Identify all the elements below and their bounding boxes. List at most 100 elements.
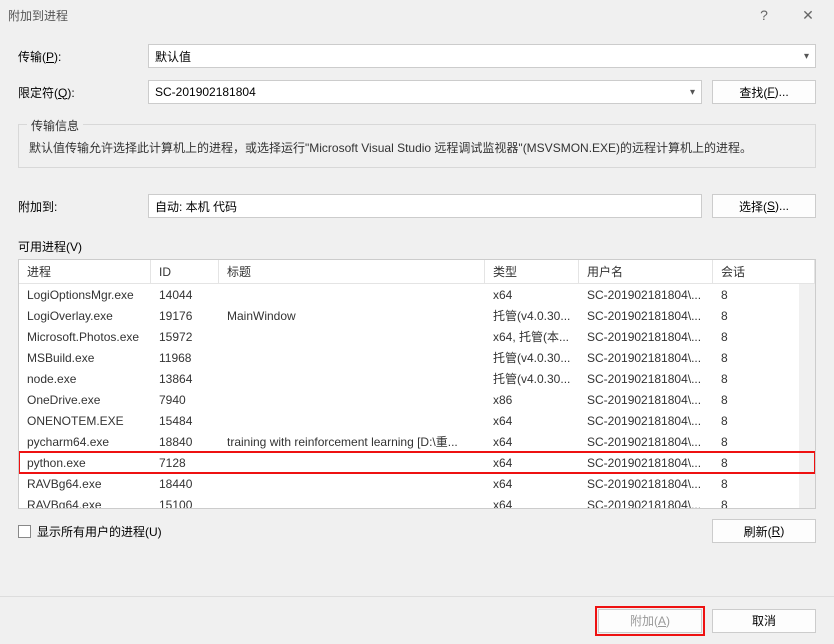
- qualifier-combo[interactable]: SC-201902181804 ▾: [148, 80, 702, 104]
- transport-value: 默认值: [155, 48, 191, 65]
- table-row[interactable]: Microsoft.Photos.exe15972 x64, 托管(本...SC-…: [19, 326, 815, 347]
- cell: SC-201902181804\...: [579, 477, 713, 491]
- transport-info-group: 传输信息 默认值传输允许选择此计算机上的进程，或选择运行"Microsoft V…: [18, 124, 816, 168]
- cell: 15972: [151, 330, 219, 344]
- col-id[interactable]: ID: [151, 260, 219, 283]
- col-user[interactable]: 用户名: [579, 260, 713, 283]
- cell: RAVBg64.exe: [19, 477, 151, 491]
- qualifier-row: 限定符(Q): SC-201902181804 ▾ 查找(F)...: [18, 80, 816, 104]
- cell: x64: [485, 498, 579, 509]
- cancel-button[interactable]: 取消: [712, 609, 816, 633]
- cell: SC-201902181804\...: [579, 288, 713, 302]
- cell: MSBuild.exe: [19, 351, 151, 365]
- cell: MainWindow: [219, 309, 485, 323]
- cell: x64: [485, 435, 579, 449]
- attach-dialog: 附加到进程 ? ✕ 传输(P): 默认值 ▾ 限定符(Q): SC-201902…: [0, 0, 834, 644]
- cell: 18440: [151, 477, 219, 491]
- col-title[interactable]: 标题: [219, 260, 485, 283]
- col-session[interactable]: 会话: [713, 260, 815, 283]
- info-text: 默认值传输允许选择此计算机上的进程，或选择运行"Microsoft Visual…: [29, 139, 805, 157]
- cell: pycharm64.exe: [19, 435, 151, 449]
- cell: SC-201902181804\...: [579, 498, 713, 509]
- table-row[interactable]: LogiOverlay.exe19176MainWindow托管(v4.0.30…: [19, 305, 815, 326]
- transport-combo[interactable]: 默认值 ▾: [148, 44, 816, 68]
- show-all-label: 显示所有用户的进程(U): [37, 523, 162, 540]
- transport-label: 传输(P):: [18, 48, 138, 65]
- table-row[interactable]: RAVBg64.exe15100x64SC-201902181804\...8: [19, 494, 815, 508]
- cell: OneDrive.exe: [19, 393, 151, 407]
- cell: LogiOverlay.exe: [19, 309, 151, 323]
- info-legend: 传输信息: [27, 117, 83, 134]
- qualifier-label: 限定符(Q):: [18, 84, 138, 101]
- cell: RAVBg64.exe: [19, 498, 151, 509]
- cell: x64: [485, 288, 579, 302]
- cell: SC-201902181804\...: [579, 351, 713, 365]
- cell: Microsoft.Photos.exe: [19, 330, 151, 344]
- attach-to-value: 自动: 本机 代码: [155, 198, 237, 215]
- cell: SC-201902181804\...: [579, 414, 713, 428]
- attach-to-row: 附加到: 自动: 本机 代码 选择(S)...: [18, 194, 816, 218]
- table-row[interactable]: MSBuild.exe11968 托管(v4.0.30...SC-20190218…: [19, 347, 815, 368]
- cell: 托管(v4.0.30...: [485, 370, 579, 387]
- cell: 7940: [151, 393, 219, 407]
- attach-button[interactable]: 附加(A): [598, 609, 702, 633]
- help-button[interactable]: ?: [742, 1, 786, 29]
- cell: x64, 托管(本...: [485, 328, 579, 345]
- cell: 15100: [151, 498, 219, 509]
- cell: 7128: [151, 456, 219, 470]
- process-list[interactable]: 进程 ID 标题 类型 用户名 会话 LogiOptionsMgr.exe140…: [18, 259, 816, 509]
- table-row[interactable]: pycharm64.exe18840training with reinforc…: [19, 431, 815, 452]
- cell: SC-201902181804\...: [579, 330, 713, 344]
- cell: x64: [485, 477, 579, 491]
- chevron-down-icon: ▾: [690, 87, 695, 98]
- table-row[interactable]: LogiOptionsMgr.exe14044 x64SC-20190218180…: [19, 284, 815, 305]
- attach-to-label: 附加到:: [18, 198, 138, 215]
- cell: node.exe: [19, 372, 151, 386]
- cell: x64: [485, 414, 579, 428]
- table-row[interactable]: ONENOTEM.EXE15484x64SC-201902181804\...8: [19, 410, 815, 431]
- table-row[interactable]: OneDrive.exe7940x86SC-201902181804\...8: [19, 389, 815, 410]
- cell: 托管(v4.0.30...: [485, 349, 579, 366]
- window-title: 附加到进程: [8, 7, 68, 24]
- cell: SC-201902181804\...: [579, 372, 713, 386]
- cell: LogiOptionsMgr.exe: [19, 288, 151, 302]
- cell: 15484: [151, 414, 219, 428]
- cell: SC-201902181804\...: [579, 456, 713, 470]
- list-header: 进程 ID 标题 类型 用户名 会话: [19, 260, 815, 284]
- cell: training with reinforcement learning [D:…: [219, 433, 485, 450]
- col-type[interactable]: 类型: [485, 260, 579, 283]
- find-button[interactable]: 查找(F)...: [712, 80, 816, 104]
- list-body: LogiOptionsMgr.exe14044x64SC-20190218180…: [19, 284, 815, 508]
- table-row[interactable]: RAVBg64.exe18440x64SC-201902181804\...8: [19, 473, 815, 494]
- dialog-footer: 附加(A) 取消: [0, 596, 834, 644]
- select-button[interactable]: 选择(S)...: [712, 194, 816, 218]
- cell: 14044: [151, 288, 219, 302]
- show-all-row: 显示所有用户的进程(U) 刷新(R): [18, 519, 816, 543]
- cell: x86: [485, 393, 579, 407]
- cell: ONENOTEM.EXE: [19, 414, 151, 428]
- refresh-button[interactable]: 刷新(R): [712, 519, 816, 543]
- scrollbar[interactable]: [799, 284, 815, 508]
- cell: 托管(v4.0.30...: [485, 307, 579, 324]
- cell: 13864: [151, 372, 219, 386]
- col-process[interactable]: 进程: [19, 260, 151, 283]
- qualifier-value: SC-201902181804: [155, 85, 256, 99]
- cell: SC-201902181804\...: [579, 393, 713, 407]
- table-row[interactable]: python.exe7128 x64SC-201902181804\...8: [19, 452, 815, 473]
- title-bar: 附加到进程 ? ✕: [0, 0, 834, 30]
- cell: 19176: [151, 309, 219, 323]
- cell: SC-201902181804\...: [579, 435, 713, 449]
- attach-to-box: 自动: 本机 代码: [148, 194, 702, 218]
- cell: 8: [713, 456, 815, 470]
- chevron-down-icon: ▾: [804, 51, 809, 62]
- transport-row: 传输(P): 默认值 ▾: [18, 44, 816, 68]
- cell: 18840: [151, 435, 219, 449]
- show-all-checkbox[interactable]: [18, 525, 31, 538]
- cell: x64: [485, 456, 579, 470]
- available-processes-label: 可用进程(V): [18, 238, 816, 255]
- cell: SC-201902181804\...: [579, 309, 713, 323]
- close-button[interactable]: ✕: [786, 1, 830, 29]
- table-row[interactable]: node.exe13864 托管(v4.0.30...SC-20190218180…: [19, 368, 815, 389]
- cell: 11968: [151, 351, 219, 365]
- cell: python.exe: [19, 456, 151, 470]
